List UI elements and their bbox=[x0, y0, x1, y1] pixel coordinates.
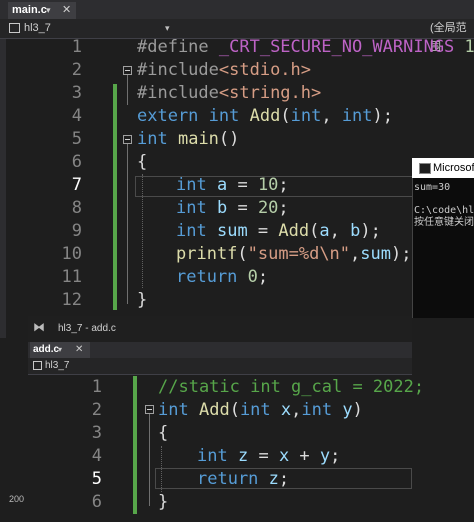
console-output-line: 按任意键关闭 bbox=[414, 217, 474, 228]
tab-close-icon[interactable]: ✕ bbox=[62, 2, 71, 19]
code-line-9[interactable]: int sum = Add(a, b); bbox=[176, 220, 381, 243]
line-number: 2 bbox=[71, 60, 82, 80]
code-line-3[interactable]: #include<string.h> bbox=[137, 82, 321, 105]
tab-close-icon[interactable]: ✕ bbox=[75, 342, 83, 358]
line-number: 9 bbox=[71, 221, 82, 241]
visual-studio-icon: ⧓ bbox=[33, 320, 45, 334]
code-line-4[interactable]: extern int Add(int, int); bbox=[137, 105, 393, 128]
current-line-number: 7 bbox=[71, 175, 82, 195]
collapse-include-icon[interactable] bbox=[123, 66, 132, 75]
line-number: 8 bbox=[71, 198, 82, 218]
line-number: 11 bbox=[61, 267, 82, 287]
line-number: 6 bbox=[91, 492, 102, 512]
line-number: 4 bbox=[71, 106, 82, 126]
code-line-3[interactable]: { bbox=[158, 422, 168, 445]
change-indicator-bar bbox=[133, 376, 137, 514]
line-number: 1 bbox=[91, 377, 102, 397]
tab-add-c-label: add.c bbox=[33, 344, 60, 355]
project-icon bbox=[33, 361, 42, 370]
tab-dropdown-icon[interactable]: ▾ bbox=[46, 2, 51, 19]
code-line-10[interactable]: printf("sum=%d\n",sum); bbox=[176, 243, 411, 266]
console-output-line: sum=30 bbox=[414, 182, 451, 193]
add-window-title: hl3_7 - add.c bbox=[58, 323, 116, 334]
line-number: 1 bbox=[71, 37, 82, 57]
code-line-6[interactable]: { bbox=[137, 151, 147, 174]
console-title: Microsoft bbox=[433, 162, 474, 174]
code-line-7[interactable]: int a = 10; bbox=[176, 174, 289, 197]
code-line-12[interactable]: } bbox=[137, 289, 147, 312]
tab-dropdown-icon[interactable]: ▾ bbox=[58, 342, 62, 358]
line-number: 6 bbox=[71, 152, 82, 172]
fold-line bbox=[127, 75, 128, 105]
line-number: 5 bbox=[71, 129, 82, 149]
code-line-4[interactable]: int z = x + y; bbox=[197, 445, 340, 468]
line-number: 3 bbox=[71, 83, 82, 103]
console-icon bbox=[419, 163, 431, 174]
line-number: 2 bbox=[91, 400, 102, 420]
tab-main-c-label: main.c bbox=[12, 4, 47, 16]
add-navigation-bar bbox=[28, 358, 412, 375]
code-line-1[interactable]: //static int g_cal = 2022; bbox=[158, 376, 424, 399]
code-line-2[interactable]: int Add(int x,int y) bbox=[158, 399, 363, 422]
line-number: 10 bbox=[61, 244, 82, 264]
collapse-main-icon[interactable] bbox=[123, 135, 132, 144]
current-line-number: 5 bbox=[91, 469, 102, 489]
code-line-6[interactable]: } bbox=[158, 491, 168, 514]
fold-line bbox=[127, 144, 128, 304]
code-line-2[interactable]: #include<stdio.h> bbox=[137, 59, 311, 82]
line-number: 12 bbox=[61, 290, 82, 310]
code-line-1[interactable]: #define _CRT_SECURE_NO_WARNINGS 1 bbox=[137, 36, 474, 59]
change-indicator-bar bbox=[113, 84, 117, 310]
fold-line bbox=[149, 414, 150, 506]
project-selector[interactable]: hl3_7 bbox=[45, 358, 69, 374]
code-line-8[interactable]: int b = 20; bbox=[176, 197, 289, 220]
collapse-add-icon[interactable] bbox=[145, 405, 154, 414]
code-line-5[interactable]: return z; bbox=[197, 468, 289, 491]
line-number: 3 bbox=[91, 423, 102, 443]
code-line-5[interactable]: int main() bbox=[137, 128, 239, 151]
project-icon bbox=[9, 23, 20, 33]
code-line-11[interactable]: return 0; bbox=[176, 266, 268, 289]
line-number: 4 bbox=[91, 446, 102, 466]
